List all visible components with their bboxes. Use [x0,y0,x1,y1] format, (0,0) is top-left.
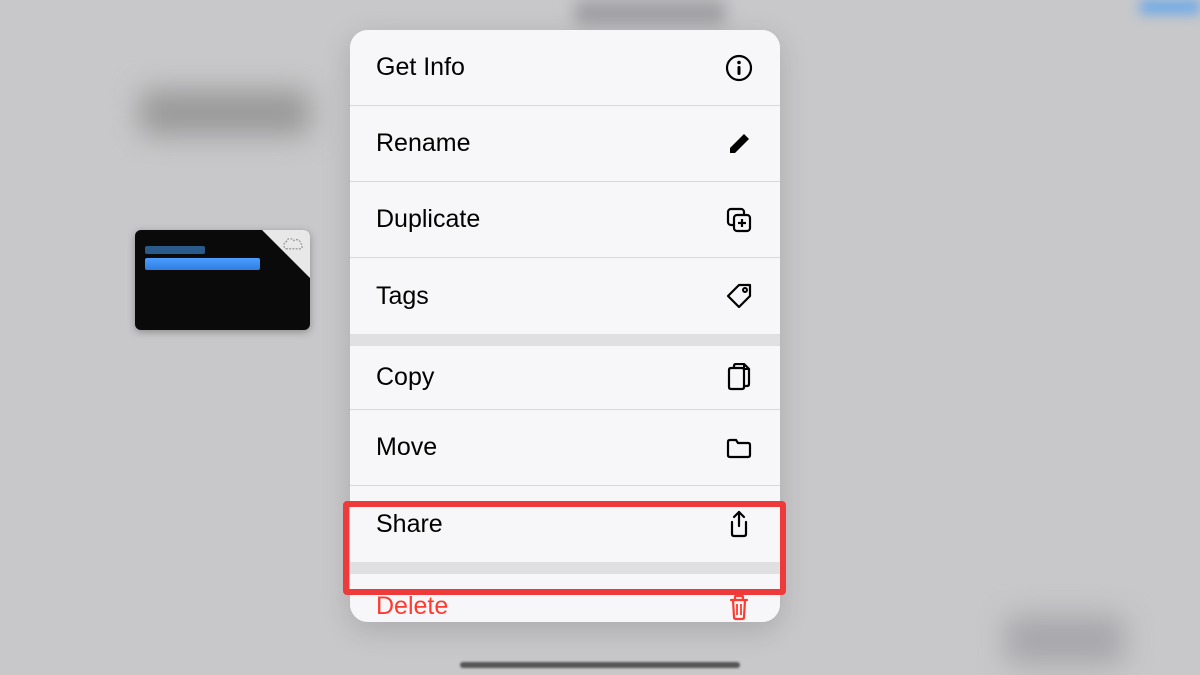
blurred-title-area [575,0,725,25]
thumbnail-waveform [145,258,260,270]
menu-item-delete[interactable]: Delete [350,562,780,622]
menu-label: Get Info [376,53,465,82]
thumbnail-detail [145,246,205,254]
folder-icon [724,433,754,463]
pencil-icon [724,129,754,159]
share-icon [724,509,754,539]
tag-icon [724,281,754,311]
menu-label: Delete [376,592,448,621]
menu-item-copy[interactable]: Copy [350,334,780,410]
menu-item-move[interactable]: Move [350,410,780,486]
menu-label: Copy [376,363,434,392]
info-icon [724,53,754,83]
trash-icon [724,592,754,622]
menu-item-get-info[interactable]: Get Info [350,30,780,106]
menu-label: Share [376,510,443,539]
duplicate-icon [724,205,754,235]
copy-icon [724,363,754,393]
menu-item-share[interactable]: Share [350,486,780,562]
file-thumbnail[interactable] [135,230,310,330]
menu-item-duplicate[interactable]: Duplicate [350,182,780,258]
menu-item-tags[interactable]: Tags [350,258,780,334]
cloud-icon [282,236,304,252]
blurred-item-label [140,90,310,135]
home-indicator [460,662,740,668]
menu-label: Move [376,433,437,462]
menu-item-rename[interactable]: Rename [350,106,780,182]
blurred-button [1005,615,1125,665]
menu-label: Rename [376,129,471,158]
context-menu: Get Info Rename Duplicate Tags Copy [350,30,780,622]
menu-label: Duplicate [376,205,480,234]
status-bar-fragment [1140,0,1200,14]
menu-label: Tags [376,282,429,311]
